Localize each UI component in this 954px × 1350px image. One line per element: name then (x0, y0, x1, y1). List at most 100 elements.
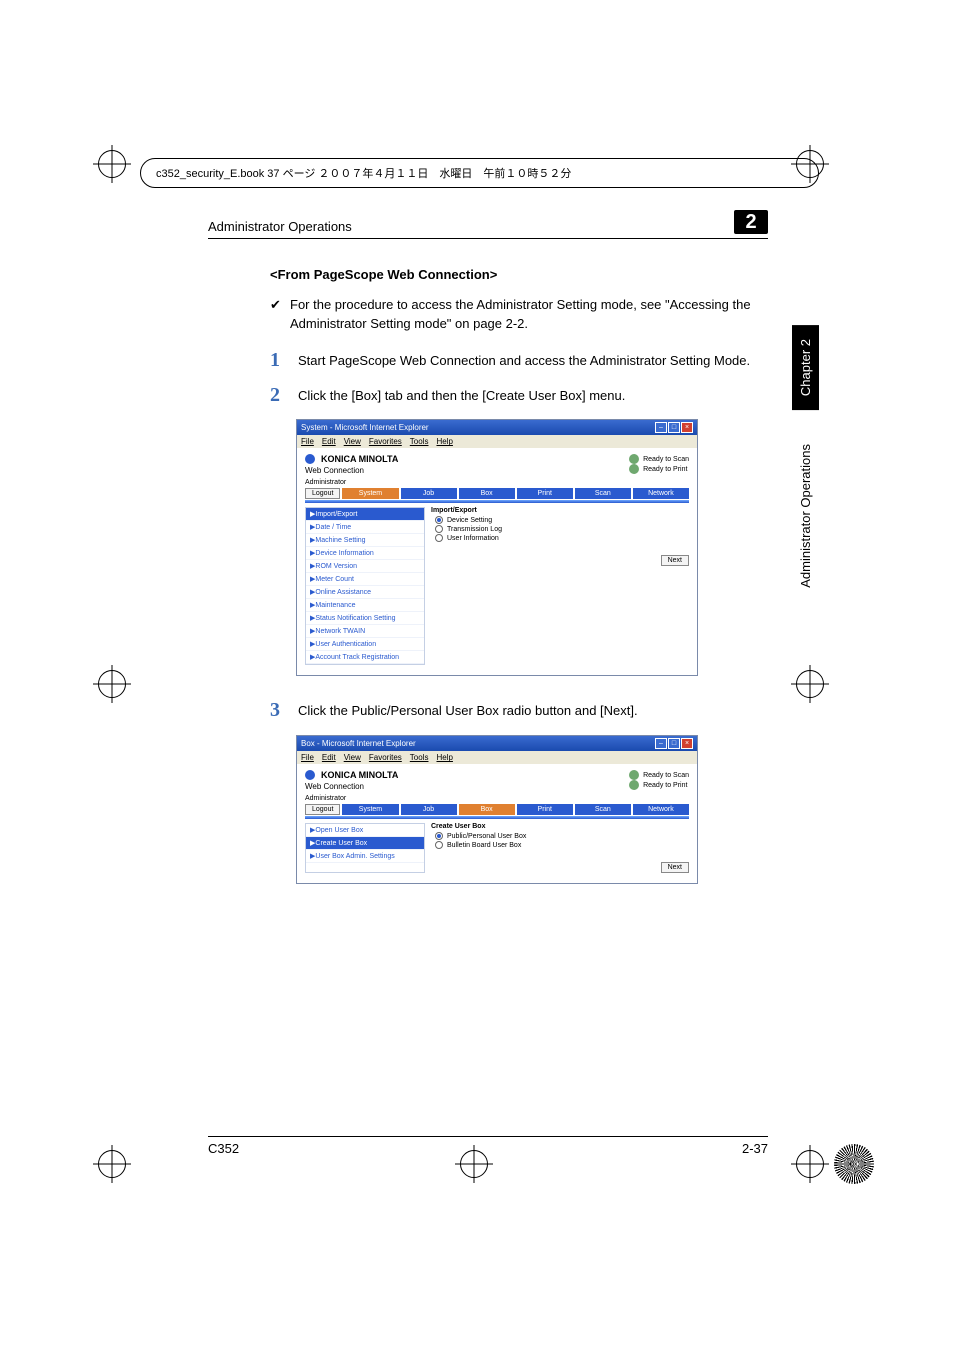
menu-tools[interactable]: Tools (410, 437, 429, 446)
printer-icon (629, 464, 639, 474)
right-panel: Import/Export Device Setting Transmissio… (431, 507, 689, 665)
step-number: 1 (270, 350, 298, 371)
tab-network[interactable]: Network (633, 804, 689, 815)
menu-file[interactable]: File (301, 437, 314, 446)
doc-header-text: c352_security_E.book 37 ページ ２００７年４月１１日 水… (156, 165, 571, 181)
connection-label: Web Connection (305, 466, 364, 475)
radio-icon (435, 525, 443, 533)
next-button[interactable]: Next (661, 555, 689, 566)
footer-page: 2-37 (742, 1141, 768, 1156)
nav-create-user-box[interactable]: ▶Create User Box (306, 837, 424, 850)
nav-status-notif[interactable]: ▶Status Notification Setting (306, 612, 424, 625)
next-button[interactable]: Next (661, 862, 689, 873)
radio-public-personal[interactable]: Public/Personal User Box (435, 832, 689, 840)
radio-device-setting[interactable]: Device Setting (435, 516, 689, 524)
tab-system[interactable]: System (342, 804, 398, 815)
menu-view[interactable]: View (344, 753, 361, 762)
minimize-icon[interactable]: – (655, 738, 667, 749)
starburst-icon (834, 1144, 874, 1184)
nav-meter[interactable]: ▶Meter Count (306, 573, 424, 586)
nav-user-box-admin[interactable]: ▶User Box Admin. Settings (306, 850, 424, 863)
step-text: Click the [Box] tab and then the [Create… (298, 385, 625, 406)
menu-favorites[interactable]: Favorites (369, 753, 402, 762)
brand-name: KONICA MINOLTA (321, 454, 398, 464)
step-number: 2 (270, 385, 298, 406)
brand-row: KONICA MINOLTA (305, 770, 398, 780)
menu-view[interactable]: View (344, 437, 361, 446)
nav-twain[interactable]: ▶Network TWAIN (306, 625, 424, 638)
ie-title: Box - Microsoft Internet Explorer (301, 739, 416, 748)
tab-print[interactable]: Print (517, 804, 573, 815)
close-icon[interactable]: × (681, 738, 693, 749)
left-nav: ▶Open User Box ▶Create User Box ▶User Bo… (305, 823, 425, 873)
section-header: Administrator Operations 2 (208, 210, 768, 239)
logout-button[interactable]: Logout (305, 804, 340, 815)
nav-rom[interactable]: ▶ROM Version (306, 560, 424, 573)
screenshot-2: Box - Microsoft Internet Explorer – □ × … (296, 735, 698, 884)
scanner-icon (629, 770, 639, 780)
radio-user-info[interactable]: User Information (435, 534, 689, 542)
radio-transmission-log[interactable]: Transmission Log (435, 525, 689, 533)
ie-titlebar: System - Microsoft Internet Explorer – □… (297, 420, 697, 435)
tab-network[interactable]: Network (633, 488, 689, 499)
nav-device-info[interactable]: ▶Device Information (306, 547, 424, 560)
ie-menubar: File Edit View Favorites Tools Help (297, 435, 697, 448)
window-controls: – □ × (655, 422, 693, 433)
menu-edit[interactable]: Edit (322, 437, 336, 446)
status-print: Ready to Print (643, 466, 687, 473)
menu-tools[interactable]: Tools (410, 753, 429, 762)
check-icon: ✔ (270, 296, 290, 334)
doc-header-strip: c352_security_E.book 37 ページ ２００７年４月１１日 水… (140, 158, 819, 188)
logout-button[interactable]: Logout (305, 488, 340, 499)
steps: 1 Start PageScope Web Connection and acc… (270, 350, 768, 406)
menu-file[interactable]: File (301, 753, 314, 762)
menu-favorites[interactable]: Favorites (369, 437, 402, 446)
brand-logo-icon (305, 770, 315, 780)
admin-label: Administrator (305, 479, 689, 486)
connection-row: Web Connection (305, 782, 398, 791)
close-icon[interactable]: × (681, 422, 693, 433)
tab-scan[interactable]: Scan (575, 488, 631, 499)
radio-icon (435, 832, 443, 840)
radio-icon (435, 534, 443, 542)
tab-row: Logout System Job Box Print Scan Network (305, 804, 689, 815)
nav-machine[interactable]: ▶Machine Setting (306, 534, 424, 547)
tab-job[interactable]: Job (401, 488, 457, 499)
tab-row: Logout System Job Box Print Scan Network (305, 488, 689, 499)
divider (305, 816, 689, 819)
menu-help[interactable]: Help (436, 437, 452, 446)
connection-row: Web Connection (305, 466, 398, 475)
status-scan: Ready to Scan (643, 456, 689, 463)
nav-user-auth[interactable]: ▶User Authentication (306, 638, 424, 651)
nav-date-time[interactable]: ▶Date / Time (306, 521, 424, 534)
tab-box[interactable]: Box (459, 488, 515, 499)
screenshot-1: System - Microsoft Internet Explorer – □… (296, 419, 698, 676)
tab-job[interactable]: Job (401, 804, 457, 815)
maximize-icon[interactable]: □ (668, 422, 680, 433)
ie-body: KONICA MINOLTA Web Connection Ready to S… (297, 764, 697, 883)
nav-import-export[interactable]: ▶Import/Export (306, 508, 424, 521)
checklist-text: For the procedure to access the Administ… (290, 296, 768, 334)
nav-online[interactable]: ▶Online Assistance (306, 586, 424, 599)
menu-edit[interactable]: Edit (322, 753, 336, 762)
radio-bulletin[interactable]: Bulletin Board User Box (435, 841, 689, 849)
minimize-icon[interactable]: – (655, 422, 667, 433)
nav-maintenance[interactable]: ▶Maintenance (306, 599, 424, 612)
nav-account-track[interactable]: ▶Account Track Registration (306, 651, 424, 664)
tab-system[interactable]: System (342, 488, 398, 499)
brand-row: KONICA MINOLTA (305, 454, 398, 464)
panel-title: Create User Box (431, 823, 689, 830)
status-column: Ready to Scan Ready to Print (629, 454, 689, 479)
admin-label: Administrator (305, 795, 689, 802)
registration-mark (98, 670, 126, 698)
maximize-icon[interactable]: □ (668, 738, 680, 749)
menu-help[interactable]: Help (436, 753, 452, 762)
page-footer: C352 2-37 (208, 1136, 768, 1156)
checklist: ✔ For the procedure to access the Admini… (270, 296, 768, 334)
tab-box[interactable]: Box (459, 804, 515, 815)
tab-scan[interactable]: Scan (575, 804, 631, 815)
tab-print[interactable]: Print (517, 488, 573, 499)
brand-logo-icon (305, 454, 315, 464)
nav-open-user-box[interactable]: ▶Open User Box (306, 824, 424, 837)
right-panel: Create User Box Public/Personal User Box… (431, 823, 689, 873)
